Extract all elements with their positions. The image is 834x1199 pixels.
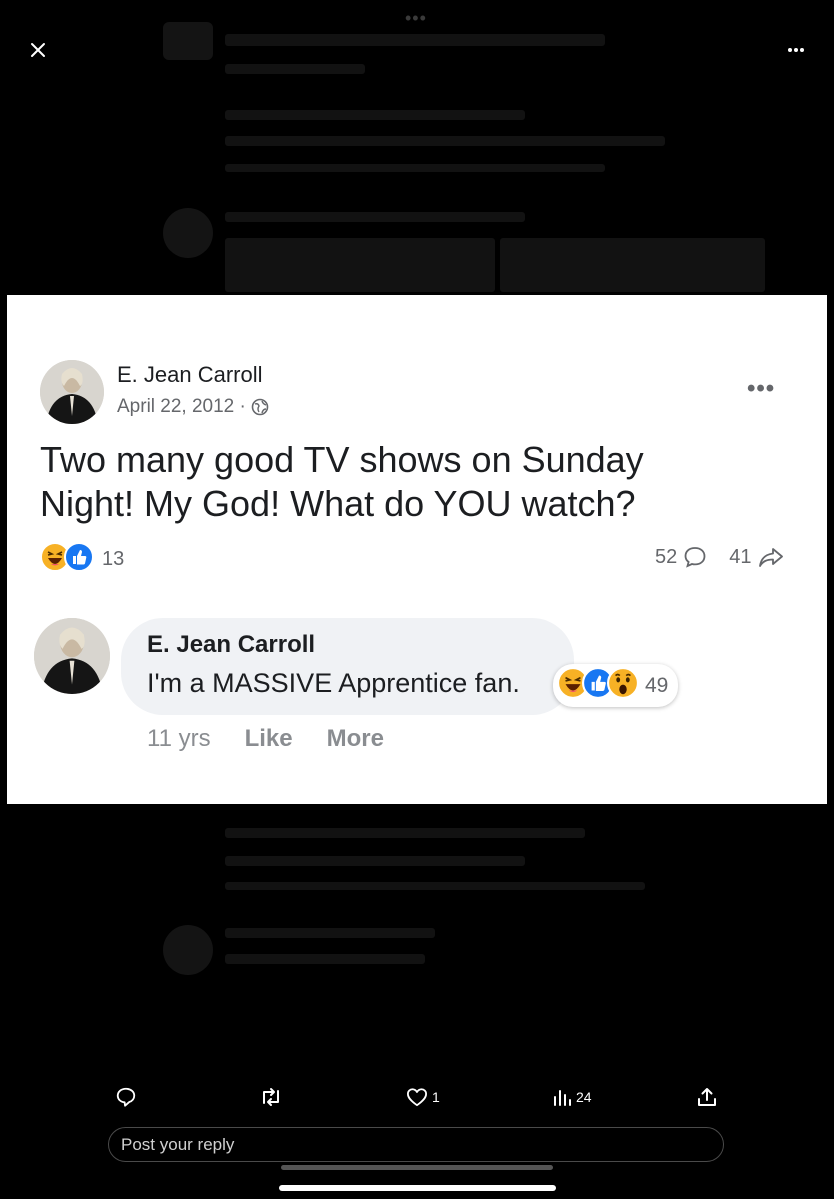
- background-content: [225, 954, 425, 964]
- reply-action[interactable]: [115, 1084, 137, 1110]
- close-button[interactable]: [24, 36, 52, 64]
- share-count[interactable]: 41: [729, 546, 751, 569]
- reply-input[interactable]: Post your reply: [108, 1127, 724, 1162]
- background-content: [225, 238, 495, 292]
- comment-text: I'm a MASSIVE Apprentice fan.: [147, 668, 520, 698]
- background-content: [225, 212, 525, 222]
- background-content: [225, 828, 585, 838]
- background-avatar: [163, 925, 213, 975]
- views-count: 24: [576, 1089, 592, 1105]
- like-action[interactable]: 1: [406, 1084, 440, 1110]
- grabber-dots: •••: [405, 8, 427, 28]
- comment-reactions[interactable]: 49: [553, 664, 679, 707]
- background-content: [225, 34, 605, 46]
- views-action[interactable]: 24: [552, 1084, 592, 1110]
- upload-icon: [698, 1088, 716, 1106]
- background-content: [225, 64, 365, 74]
- heart-icon: [406, 1088, 427, 1107]
- background-avatar: [163, 208, 213, 258]
- post-engagement-counts: 52 41: [655, 545, 784, 569]
- more-options-button[interactable]: [782, 36, 810, 64]
- reply-icon: [116, 1087, 136, 1107]
- background-content: [500, 238, 765, 292]
- home-indicator[interactable]: [279, 1185, 556, 1191]
- comment-author-avatar: [34, 618, 110, 694]
- comment-count[interactable]: 52: [655, 546, 677, 569]
- background-content: [225, 164, 605, 172]
- share-action[interactable]: [696, 1084, 718, 1110]
- background-avatar: [163, 22, 213, 60]
- post-date: April 22, 2012 ·: [117, 396, 269, 418]
- post-author-avatar: [40, 360, 104, 424]
- post-reactions[interactable]: 13: [40, 542, 124, 577]
- retweet-icon: [263, 1088, 279, 1106]
- like-count: 1: [432, 1089, 440, 1105]
- globe-icon: [251, 398, 269, 416]
- share-icon[interactable]: [758, 545, 784, 569]
- comment-age: 11 yrs: [147, 725, 211, 752]
- post-reaction-count: 13: [102, 548, 125, 570]
- scrollbar[interactable]: [281, 1165, 553, 1170]
- views-icon: [554, 1090, 571, 1106]
- background-content: [225, 856, 525, 866]
- comment-author-name[interactable]: E. Jean Carroll: [147, 631, 315, 659]
- background-content: [225, 110, 525, 120]
- comment-icon[interactable]: [683, 545, 707, 569]
- comment-actions: 11 yrs Like More: [147, 725, 384, 753]
- background-content: [225, 136, 665, 146]
- repost-action[interactable]: [259, 1084, 283, 1110]
- like-emoji-icon: [64, 542, 94, 577]
- post-date-text: April 22, 2012 ·: [117, 396, 246, 417]
- media-image[interactable]: E. Jean Carroll April 22, 2012 · ••• Two…: [7, 295, 827, 804]
- post-text: Two many good TV shows on Sunday Night! …: [40, 439, 644, 524]
- post-author-name[interactable]: E. Jean Carroll: [117, 362, 263, 388]
- comment-more-link[interactable]: More: [327, 725, 384, 753]
- comment-like-link[interactable]: Like: [245, 725, 293, 753]
- background-content: [225, 882, 645, 890]
- reply-placeholder: Post your reply: [121, 1134, 235, 1154]
- comment-reaction-count: 49: [645, 673, 669, 697]
- more-icon: [788, 48, 804, 52]
- post-more-icon[interactable]: •••: [747, 375, 775, 403]
- close-icon: [31, 43, 45, 57]
- background-content: [225, 928, 435, 938]
- wow-emoji-icon: [607, 667, 639, 704]
